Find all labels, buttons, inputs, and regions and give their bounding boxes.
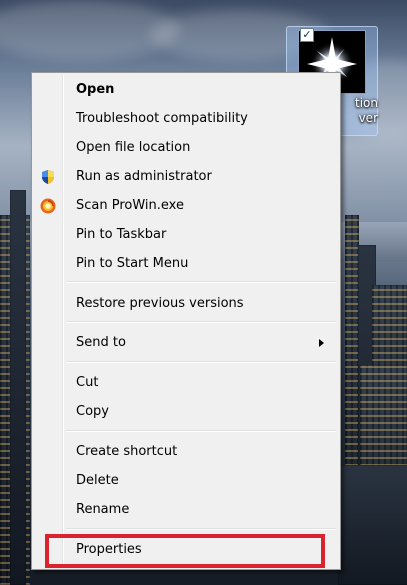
menu-item-copy[interactable]: Copy (34, 399, 338, 425)
menu-separator (66, 430, 336, 432)
menu-item-label: Copy (76, 404, 109, 419)
menu-item-label: Send to (76, 335, 126, 350)
menu-item-label: Run as administrator (76, 169, 212, 184)
menu-item-label: Open file location (76, 140, 191, 155)
menu-separator (66, 361, 336, 363)
menu-item-open-file-location[interactable]: Open file location (34, 135, 338, 161)
menu-item-rename[interactable]: Rename (34, 497, 338, 523)
menu-item-label: Open (76, 82, 115, 97)
menu-item-label: Restore previous versions (76, 296, 244, 311)
menu-item-cut[interactable]: Cut (34, 370, 338, 396)
menu-item-delete[interactable]: Delete (34, 468, 338, 494)
menu-item-create-shortcut[interactable]: Create shortcut (34, 439, 338, 465)
desktop-icon-checkbox[interactable]: ✓ (300, 28, 314, 42)
menu-item-label: Create shortcut (76, 444, 178, 459)
submenu-arrow-icon (319, 339, 324, 347)
antivirus-icon (40, 198, 56, 214)
properties-highlight-box (45, 534, 325, 568)
menu-item-label: Troubleshoot compatibility (76, 111, 248, 126)
context-menu: Open Troubleshoot compatibility Open fil… (31, 72, 341, 570)
menu-item-pin-to-taskbar[interactable]: Pin to Taskbar (34, 222, 338, 248)
menu-separator (66, 528, 336, 530)
menu-item-label: Rename (76, 502, 130, 517)
menu-separator (66, 321, 336, 323)
menu-item-scan-prowin[interactable]: Scan ProWin.exe (34, 193, 338, 219)
menu-item-send-to[interactable]: Send to (34, 330, 338, 356)
menu-item-label: Pin to Taskbar (76, 227, 167, 242)
menu-item-label: Pin to Start Menu (76, 256, 189, 271)
menu-item-restore-previous-versions[interactable]: Restore previous versions (34, 291, 338, 317)
menu-separator (66, 281, 336, 283)
menu-item-pin-to-start-menu[interactable]: Pin to Start Menu (34, 251, 338, 277)
menu-item-run-as-administrator[interactable]: Run as administrator (34, 164, 338, 190)
menu-item-label: Delete (76, 473, 119, 488)
menu-item-troubleshoot-compatibility[interactable]: Troubleshoot compatibility (34, 106, 338, 132)
menu-item-label: Scan ProWin.exe (76, 198, 184, 213)
menu-item-open[interactable]: Open (34, 77, 338, 103)
uac-shield-icon (40, 169, 56, 185)
menu-item-label: Cut (76, 375, 99, 390)
